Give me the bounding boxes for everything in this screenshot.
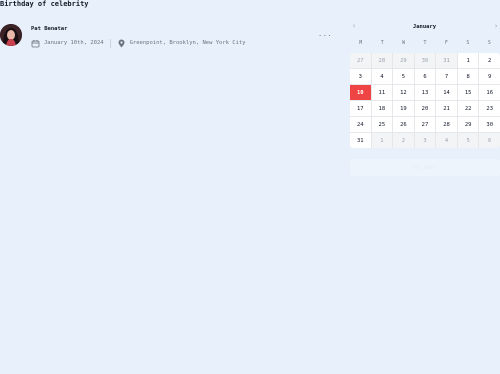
calendar-day[interactable]: 28 [371, 53, 393, 68]
weekday-label: W [402, 41, 405, 46]
calendar-day[interactable]: 5 [457, 133, 479, 148]
calendar-day[interactable]: 29 [393, 53, 414, 68]
calendar-day[interactable]: 6 [414, 69, 436, 84]
calendar-grid: 27 28 29 30 31 1 2 3 4 5 6 7 8 9 10 11 12 13 14 15 16 17 18 19 2… [350, 53, 500, 148]
calendar-day[interactable]: 19 [393, 101, 414, 116]
weekday-label: T [380, 41, 384, 46]
calendar-day[interactable]: 4 [371, 69, 393, 84]
calendar-day[interactable]: 31 [436, 53, 457, 68]
calendar-day[interactable]: 3 [414, 133, 436, 148]
page-title: Birthday of celebrity [0, 0, 89, 8]
calendar-day[interactable]: 26 [393, 117, 414, 132]
calendar-day-selected[interactable]: 10 [350, 85, 371, 100]
calendar-day[interactable]: 28 [436, 117, 457, 132]
calendar-day[interactable]: 29 [457, 117, 479, 132]
calendar-day[interactable]: 16 [479, 85, 500, 100]
event-location: Greenpoint, Brooklyn, New York City [129, 40, 246, 46]
calendar-day[interactable]: 2 [479, 53, 500, 68]
calendar-day[interactable]: 13 [414, 85, 436, 100]
calendar-day[interactable]: 30 [479, 117, 500, 132]
event-date: January 10th, 2024 [44, 40, 104, 46]
weekday-label: S [487, 41, 491, 46]
calendar-day[interactable]: 7 [436, 69, 457, 84]
calendar-day[interactable]: 18 [371, 101, 393, 116]
weekday-header: MTWTFSS [350, 41, 500, 46]
calendar-day[interactable]: 15 [457, 85, 479, 100]
calendar-day[interactable]: 20 [414, 101, 436, 116]
calendar-day[interactable]: 24 [350, 117, 371, 132]
calendar: ‹ January › MTWTFSS 27 28 29 30 31 1 2 3 4 5 6 7 8 9 1… [349, 20, 500, 176]
calendar-day[interactable]: 1 [457, 53, 479, 68]
event-meta: January 10th, 2024 Greenpoint, Brooklyn,… [31, 38, 246, 48]
calendar-day[interactable]: 17 [350, 101, 371, 116]
calendar-icon [31, 39, 40, 48]
calendar-day[interactable]: 1 [371, 133, 393, 148]
add-event-button[interactable]: Add event [350, 159, 500, 176]
map-pin-icon [117, 39, 126, 48]
meta-divider [109, 38, 111, 48]
weekday-label: T [423, 41, 427, 46]
weekday-label: F [444, 41, 448, 46]
calendar-day[interactable]: 4 [436, 133, 457, 148]
avatar [0, 24, 22, 46]
calendar-day[interactable]: 23 [479, 101, 500, 116]
calendar-day[interactable]: 14 [436, 85, 457, 100]
calendar-day[interactable]: 27 [350, 53, 371, 68]
calendar-day[interactable]: 3 [350, 69, 371, 84]
calendar-day[interactable]: 11 [371, 85, 393, 100]
calendar-day[interactable]: 25 [371, 117, 393, 132]
calendar-day[interactable]: 31 [350, 133, 371, 148]
calendar-day[interactable]: 9 [479, 69, 500, 84]
calendar-day[interactable]: 2 [393, 133, 414, 148]
calendar-day[interactable]: 22 [457, 101, 479, 116]
chevron-right-icon[interactable]: › [494, 22, 498, 30]
calendar-day[interactable]: 12 [393, 85, 414, 100]
calendar-day[interactable]: 30 [414, 53, 436, 68]
calendar-day[interactable]: 8 [457, 69, 479, 84]
more-options-button[interactable]: ... [318, 31, 332, 38]
calendar-day[interactable]: 6 [479, 133, 500, 148]
calendar-day[interactable]: 21 [436, 101, 457, 116]
calendar-day[interactable]: 5 [393, 69, 414, 84]
event-item[interactable]: Pat Benatar January 10th, 2024 Greenpoin… [0, 24, 330, 48]
event-name: Pat Benatar [31, 26, 68, 32]
calendar-day[interactable]: 27 [414, 117, 436, 132]
calendar-month: January [412, 24, 437, 30]
weekday-label: S [466, 41, 470, 46]
weekday-label: M [359, 41, 363, 46]
